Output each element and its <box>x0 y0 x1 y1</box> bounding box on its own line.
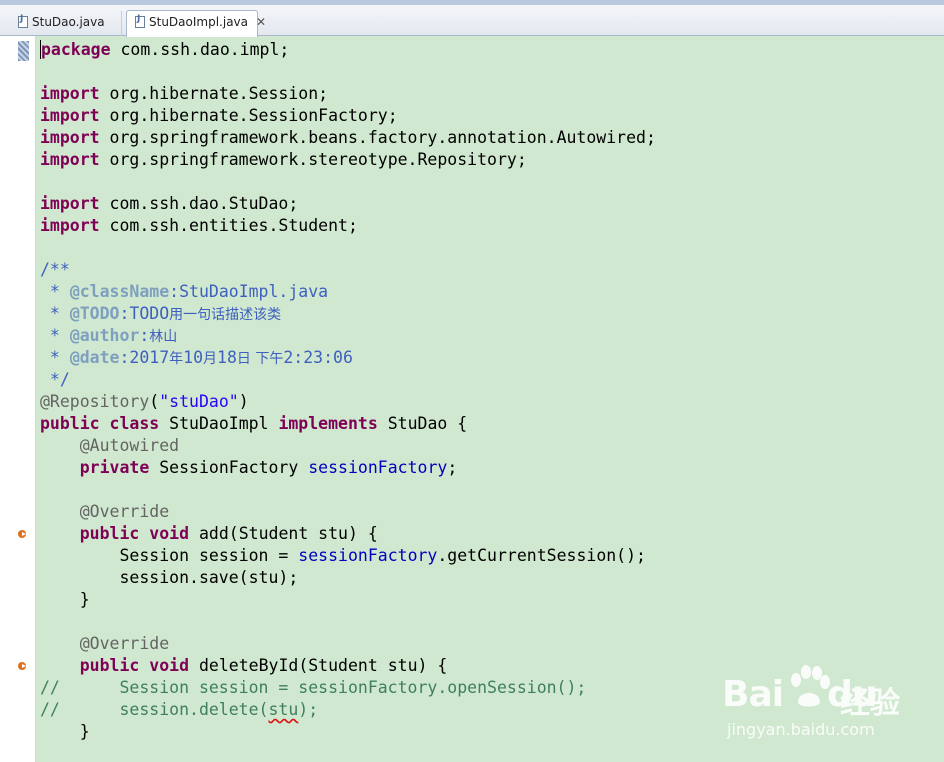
paw-icon <box>791 665 830 707</box>
code-line: @Override <box>79 502 170 521</box>
javadoc-line: * @author:林山 <box>40 326 178 345</box>
javadoc-line: /** <box>40 260 70 279</box>
code-line: session.save(stu); <box>40 568 299 587</box>
java-file-icon <box>18 14 28 28</box>
code-line: import org.springframework.beans.factory… <box>40 128 656 147</box>
javadoc-line: */ <box>40 370 70 389</box>
baidu-jingyan-watermark: Bai du 经验 jingyan.baidu.com <box>722 660 937 750</box>
code-line: @Autowired <box>79 436 180 455</box>
code-line: } <box>40 590 90 609</box>
javadoc-line: * @TODO:TODO用一句话描述该类 <box>40 304 282 323</box>
tab-studaoimpl-java[interactable]: StuDaoImpl.java ✕ <box>126 10 266 37</box>
code-line: import org.springframework.stereotype.Re… <box>40 150 527 169</box>
code-line: @Override <box>79 634 170 653</box>
code-line: public void add(Student stu) { <box>79 524 378 543</box>
javadoc-line: * @date:2017年10月18日 下午2:23:06 <box>40 348 353 367</box>
code-line: Session session = sessionFactory.getCurr… <box>119 546 646 565</box>
tab-label: StuDaoImpl.java <box>149 15 248 29</box>
code-line: private SessionFactory sessionFactory; <box>79 458 458 477</box>
watermark-url: jingyan.baidu.com <box>727 720 875 739</box>
current-line-marker <box>18 41 29 61</box>
tab-studao-java[interactable]: StuDao.java <box>10 11 122 36</box>
close-icon[interactable]: ✕ <box>256 15 266 29</box>
comment-line: // session.delete(stu); <box>40 700 319 719</box>
code-line: package com.ssh.dao.impl; <box>40 40 290 59</box>
code-line: import com.ssh.entities.Student; <box>40 216 358 235</box>
tab-label: StuDao.java <box>32 15 105 29</box>
code-line: } <box>40 722 90 741</box>
comment-line: // Session session = sessionFactory.open… <box>40 678 587 697</box>
editor-gutter[interactable] <box>0 36 36 762</box>
code-line: import org.hibernate.SessionFactory; <box>40 106 398 125</box>
code-line: public void deleteById(Student stu) { <box>79 656 448 675</box>
code-line: import com.ssh.dao.StuDao; <box>40 194 299 213</box>
code-line: import org.hibernate.Session; <box>40 84 329 103</box>
code-line: public class StuDaoImpl implements StuDa… <box>40 414 468 433</box>
override-marker-icon[interactable] <box>16 528 28 540</box>
java-file-icon <box>135 14 145 28</box>
javadoc-line: * @className:StuDaoImpl.java <box>40 282 329 301</box>
override-marker-icon[interactable] <box>16 660 28 672</box>
code-line: @Repository("stuDao") <box>40 392 249 411</box>
editor-tab-bar: StuDao.java StuDaoImpl.java ✕ <box>0 5 944 37</box>
watermark-text: 经验 <box>840 686 900 721</box>
